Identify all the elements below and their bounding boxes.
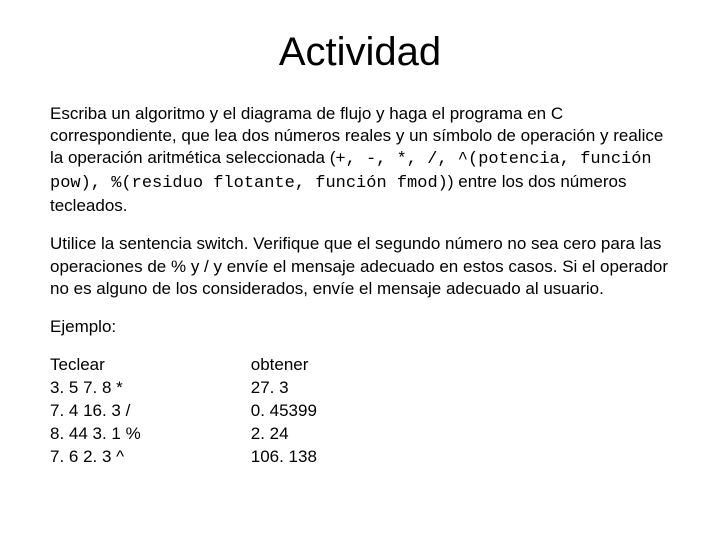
obtener-lines: 27. 3 0. 45399 2. 24 106. 138 bbox=[251, 378, 317, 466]
example-block: Teclear 3. 5 7. 8 * 7. 4 16. 3 / 8. 44 3… bbox=[50, 354, 670, 469]
example-label: Ejemplo: bbox=[50, 316, 670, 338]
page-title: Actividad bbox=[50, 30, 670, 75]
obtener-label: obtener bbox=[251, 355, 309, 374]
slide: Actividad Escriba un algoritmo y el diag… bbox=[0, 0, 720, 540]
example-input-column: Teclear 3. 5 7. 8 * 7. 4 16. 3 / 8. 44 3… bbox=[50, 354, 141, 469]
teclear-label: Teclear bbox=[50, 355, 105, 374]
teclear-lines: 3. 5 7. 8 * 7. 4 16. 3 / 8. 44 3. 1 % 7.… bbox=[50, 378, 141, 466]
paragraph-2: Utilice la sentencia switch. Verifique q… bbox=[50, 233, 670, 299]
paragraph-1: Escriba un algoritmo y el diagrama de fl… bbox=[50, 103, 670, 217]
example-output-column: obtener 27. 3 0. 45399 2. 24 106. 138 bbox=[251, 354, 317, 469]
